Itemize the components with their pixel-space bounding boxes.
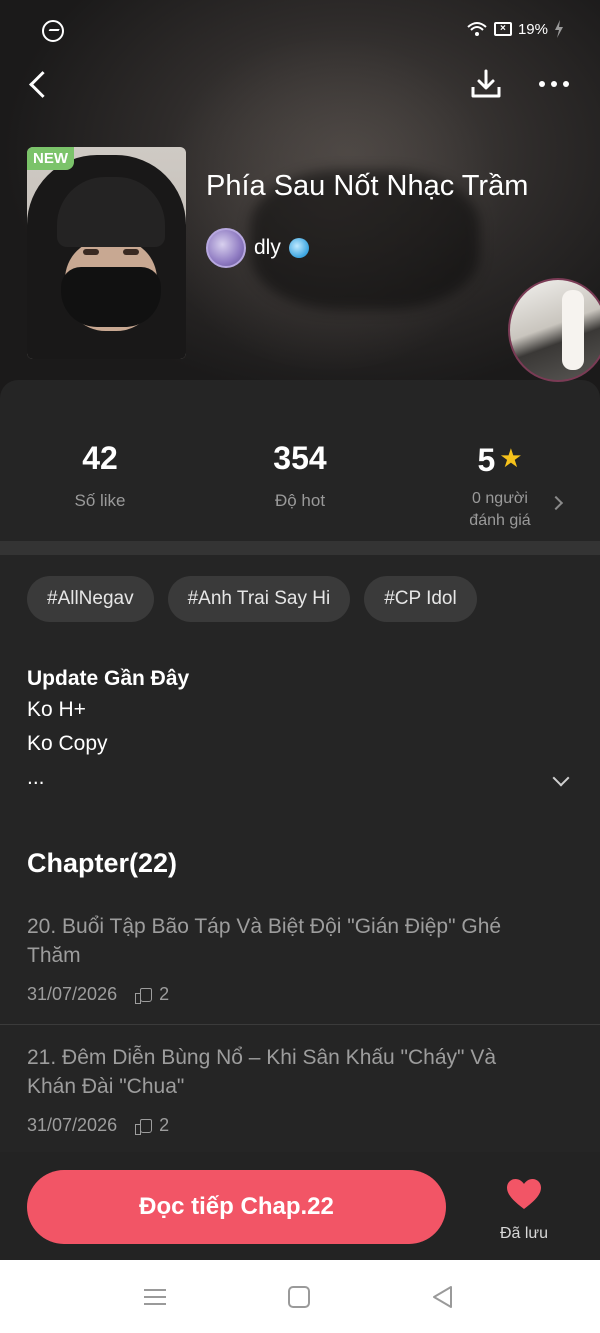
story-description: Update Gần Đây Ko H+ Ko Copy ... [27, 665, 547, 795]
hot-label: Độ hot [274, 491, 326, 510]
likes-label: Số like [74, 491, 126, 510]
tag-chip[interactable]: #Anh Trai Say Hi [167, 576, 351, 622]
floating-profile-bubble[interactable] [508, 278, 600, 382]
chapter-item[interactable]: 21. Đêm Diễn Bùng Nổ – Khi Sân Khấu "Chá… [27, 1043, 527, 1136]
battery-saver-icon: × [493, 22, 512, 36]
back-nav-icon[interactable] [430, 1284, 456, 1310]
section-divider [0, 541, 600, 555]
new-badge: NEW [27, 147, 74, 170]
likes-count: 42 [82, 440, 118, 476]
story-cover [27, 147, 186, 359]
saved-label: Đã lưu [499, 1225, 549, 1242]
stat-likes: 42 Số like [0, 438, 200, 512]
battery-level: 19% [517, 20, 548, 38]
continue-reading-button[interactable]: Đọc tiếp Chap.22 [27, 1170, 446, 1244]
stat-rating[interactable]: 5 ★ 0 người đánh giá [400, 438, 600, 532]
download-icon[interactable] [464, 62, 508, 106]
rating-value: 5 [477, 442, 496, 478]
author-badge-icon [288, 238, 309, 258]
thumbs-up-icon [135, 1118, 153, 1135]
tag-list: #AllNegav #Anh Trai Say Hi #CP Idol [27, 576, 477, 622]
author[interactable]: dly [206, 228, 309, 268]
system-navigation-bar [0, 1260, 600, 1333]
stats-row: 42 Số like 354 Độ hot 5 ★ 0 người đánh gi… [0, 410, 600, 540]
wifi-icon [467, 22, 487, 36]
chapter-title[interactable]: 21. Đêm Diễn Bùng Nổ – Khi Sân Khấu "Chá… [27, 1043, 527, 1101]
description-line: ... [27, 766, 45, 789]
recent-apps-icon[interactable] [144, 1284, 170, 1310]
author-name[interactable]: dly [254, 236, 281, 260]
chapter-likes: 2 [159, 1115, 170, 1135]
thumbs-up-icon [135, 987, 153, 1004]
chapter-title[interactable]: 20. Buổi Tập Bão Táp Và Biệt Đội "Gián Đ… [27, 912, 527, 970]
status-bar: × 19% [0, 14, 600, 46]
description-line: Ko Copy [27, 732, 108, 755]
chapter-likes: 2 [159, 984, 170, 1004]
heart-icon[interactable] [506, 1178, 542, 1210]
star-icon: ★ [499, 443, 523, 473]
chapter-list-heading: Chapter(22) [27, 848, 178, 878]
chapter-date: 31/07/2026 [27, 1115, 118, 1135]
story-title: Phía Sau Nốt Nhạc Trầm [206, 170, 529, 202]
row-divider [0, 1024, 600, 1025]
author-avatar[interactable] [206, 228, 246, 268]
chapter-date: 31/07/2026 [27, 984, 118, 1004]
bottom-action-bar: Đọc tiếp Chap.22 Đã lưu [0, 1152, 600, 1260]
back-icon[interactable] [16, 62, 60, 106]
rating-count-label: 0 người [472, 490, 528, 507]
description-line: Ko H+ [27, 698, 86, 721]
messenger-icon [42, 20, 64, 42]
home-icon[interactable] [288, 1286, 310, 1308]
tag-chip[interactable]: #CP Idol [364, 576, 477, 622]
stat-hot: 354 Độ hot [200, 438, 400, 512]
chapter-item[interactable]: 20. Buổi Tập Bão Táp Và Biệt Đội "Gián Đ… [27, 912, 527, 1005]
hot-count: 354 [273, 440, 327, 476]
tag-chip[interactable]: #AllNegav [27, 576, 154, 622]
description-title: Update Gần Đây [27, 667, 190, 690]
save-toggle[interactable]: Đã lưu [490, 1178, 558, 1243]
more-options-icon[interactable] [532, 62, 576, 106]
rating-label: đánh giá [469, 512, 531, 529]
charging-icon [555, 20, 563, 38]
